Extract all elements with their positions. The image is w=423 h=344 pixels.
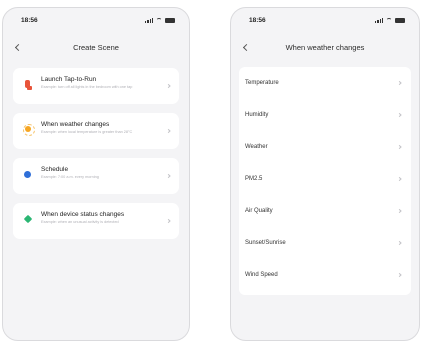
chevron-right-icon [397, 144, 402, 150]
battery-icon [395, 17, 405, 23]
scene-type-list: Launch Tap-to-Run Example: turn off all … [13, 68, 179, 248]
battery-icon [165, 17, 175, 23]
card-subtitle: Example: 7:00 a.m. every morning [41, 175, 99, 179]
list-item-label: Weather [245, 144, 268, 150]
nav-bar: When weather changes [231, 36, 419, 58]
status-bar: 18:56 [231, 8, 419, 32]
chevron-right-icon [166, 173, 171, 179]
list-item-air-quality[interactable]: Air Quality [239, 195, 411, 227]
list-item-weather[interactable]: Weather [239, 131, 411, 163]
weather-conditions-screen: 18:56 When weather changes Temperature H… [230, 7, 420, 341]
signal-icon [145, 17, 153, 23]
card-subtitle: Example: when an unusual activity is det… [41, 220, 119, 224]
chevron-right-icon [166, 218, 171, 224]
list-item-sunset-sunrise[interactable]: Sunset/Sunrise [239, 227, 411, 259]
list-item-wind-speed[interactable]: Wind Speed [239, 259, 411, 291]
card-title: Schedule [41, 166, 69, 173]
list-item-label: Wind Speed [245, 272, 278, 278]
schedule-card[interactable]: Schedule Example: 7:00 a.m. every mornin… [13, 158, 179, 194]
chevron-right-icon [397, 176, 402, 182]
launch-tap-to-run-card[interactable]: Launch Tap-to-Run Example: turn off all … [13, 68, 179, 104]
back-icon[interactable] [241, 42, 251, 52]
list-item-label: Air Quality [245, 208, 273, 214]
page-title: Create Scene [73, 42, 119, 52]
chevron-right-icon [397, 240, 402, 246]
wifi-icon [156, 18, 162, 22]
weather-condition-list: Temperature Humidity Weather PM2.5 Air Q… [239, 67, 411, 295]
chevron-right-icon [397, 208, 402, 214]
chevron-right-icon [397, 112, 402, 118]
page-title: When weather changes [285, 42, 365, 52]
create-scene-screen: 18:56 Create Scene Launch Tap-to-Run Exa… [2, 7, 190, 341]
chevron-right-icon [397, 272, 402, 278]
list-item-humidity[interactable]: Humidity [239, 99, 411, 131]
device-status-icon [23, 214, 33, 224]
when-weather-changes-card[interactable]: When weather changes Example: when local… [13, 113, 179, 149]
list-item-label: PM2.5 [245, 176, 263, 182]
when-device-status-changes-card[interactable]: When device status changes Example: when… [13, 203, 179, 239]
status-time: 18:56 [21, 16, 38, 24]
wifi-icon [386, 18, 392, 22]
card-subtitle: Example: when local temperature is great… [41, 130, 133, 134]
status-icons [145, 17, 175, 23]
card-title: When device status changes [41, 211, 125, 218]
chevron-right-icon [166, 128, 171, 134]
back-icon[interactable] [13, 42, 23, 52]
status-time: 18:56 [249, 16, 266, 24]
nav-bar: Create Scene [3, 36, 189, 58]
list-item-label: Sunset/Sunrise [245, 240, 286, 246]
card-title: Launch Tap-to-Run [41, 76, 97, 83]
status-icons [375, 17, 405, 23]
schedule-icon [24, 171, 31, 178]
card-subtitle: Example: turn off all lights in the bedr… [41, 85, 133, 89]
chevron-right-icon [397, 80, 402, 86]
list-item-temperature[interactable]: Temperature [239, 67, 411, 99]
weather-icon [23, 124, 35, 136]
chevron-right-icon [166, 83, 171, 89]
status-bar: 18:56 [3, 8, 189, 32]
list-item-label: Temperature [245, 80, 279, 86]
list-item-pm25[interactable]: PM2.5 [239, 163, 411, 195]
tap-to-run-icon [25, 80, 32, 90]
list-item-label: Humidity [245, 112, 269, 118]
signal-icon [375, 17, 383, 23]
card-title: When weather changes [41, 121, 110, 128]
